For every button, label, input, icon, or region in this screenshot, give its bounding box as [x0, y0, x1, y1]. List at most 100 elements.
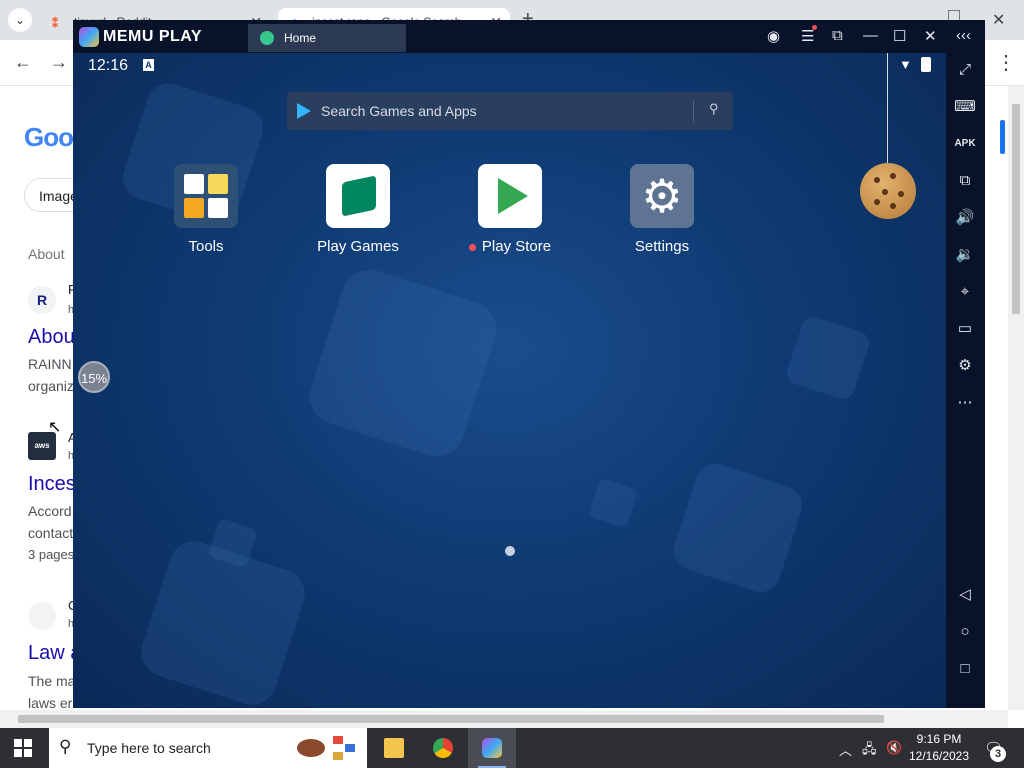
app-label: Play Store	[481, 238, 552, 255]
recents-nav-icon[interactable]: □	[954, 658, 976, 680]
collapse-sidebar-icon[interactable]: ‹‹‹	[956, 27, 971, 44]
notification-dot	[812, 25, 818, 30]
result-favicon	[28, 602, 56, 630]
background-shape	[668, 458, 808, 598]
multi-instance-icon[interactable]: ⧉	[954, 170, 976, 192]
windows-taskbar: ⚲ Type here to search ︿ 🖧 🔇 9:16 PM 12/1…	[0, 728, 1024, 768]
memu-tab-home[interactable]: Home	[248, 24, 406, 52]
result-favicon: R	[28, 286, 56, 314]
folder-icon[interactable]: ▭	[954, 318, 976, 340]
divider	[693, 100, 694, 122]
folder-icon	[384, 738, 404, 758]
logo-text: Goo	[24, 122, 74, 152]
app-label: Play Games	[317, 238, 399, 255]
result-title-link[interactable]: Inces	[28, 473, 76, 496]
app-settings[interactable]: ⚙ Settings	[612, 164, 712, 255]
search-placeholder: Search Games and Apps	[321, 103, 477, 119]
mouse-cursor-icon: ↖	[48, 419, 62, 436]
memu-taskbar-button[interactable]	[468, 728, 516, 768]
new-badge-dot	[468, 243, 476, 251]
memu-logo-icon	[79, 27, 99, 47]
background-shape	[587, 477, 639, 529]
volume-muted-icon[interactable]: 🔇	[886, 740, 902, 756]
back-button[interactable]: ←	[14, 52, 32, 73]
result-snippet: The ma laws er	[28, 670, 75, 710]
file-explorer-taskbar-button[interactable]	[370, 728, 418, 768]
maximize-button[interactable]: ☐	[893, 27, 906, 45]
account-icon[interactable]: ◉	[767, 27, 780, 45]
forward-button[interactable]: →	[50, 52, 68, 73]
page-indicator-dot	[505, 546, 515, 556]
play-store-icon	[478, 164, 542, 228]
volume-down-icon[interactable]: 🔉	[954, 244, 976, 266]
search-icon: ⚲	[59, 737, 72, 756]
settings-icon[interactable]: ⚙	[954, 355, 976, 377]
snippet-line: Accord	[28, 503, 72, 519]
menu-icon[interactable]: ☰	[801, 25, 818, 45]
snippet-line: RAINN	[28, 356, 72, 372]
location-icon[interactable]: ⌖	[954, 281, 976, 303]
scrollbar-thumb[interactable]	[18, 715, 884, 723]
more-icon[interactable]: ⋯	[954, 392, 976, 414]
tools-folder-icon	[174, 164, 238, 228]
close-window-button[interactable]: ✕	[992, 10, 1005, 30]
reddit-icon: ⁑	[52, 17, 58, 31]
chrome-taskbar-button[interactable]	[419, 728, 467, 768]
notification-a-icon: A	[143, 59, 154, 71]
memu-logo: MEMU PLAY	[79, 26, 202, 48]
keyboard-icon[interactable]: ⌨	[954, 96, 976, 118]
volume-up-icon[interactable]: 🔊	[954, 207, 976, 229]
memu-title-bar: MEMU PLAY Home ◉ ☰ ⧉ — ☐ ✕ ‹‹‹	[73, 20, 985, 53]
back-nav-icon[interactable]: ◁	[954, 584, 976, 606]
memu-emulator-window: MEMU PLAY Home ◉ ☰ ⧉ — ☐ ✕ ‹‹‹ 12:16 A ▼…	[73, 20, 985, 708]
page-horizontal-scrollbar[interactable]	[0, 710, 1008, 728]
app-tools[interactable]: Tools	[156, 164, 256, 255]
app-label: Settings	[634, 238, 690, 255]
app-play-store[interactable]: Play Store	[460, 164, 560, 255]
chrome-icon	[433, 738, 453, 758]
page-vertical-scrollbar[interactable]	[1000, 86, 1024, 710]
scrollbar-thumb[interactable]	[1012, 104, 1020, 314]
network-icon[interactable]: 🖧	[862, 740, 877, 762]
app-label-with-badge: Play Store	[460, 238, 560, 255]
status-bar-time: 12:16	[88, 57, 129, 74]
app-play-games[interactable]: Play Games	[308, 164, 408, 255]
tab-search-button[interactable]: ⌄	[8, 8, 32, 32]
close-button[interactable]: ✕	[924, 27, 937, 45]
result-snippet: Accord contact 3 pages	[28, 500, 74, 566]
play-games-icon	[326, 164, 390, 228]
clock-time: 9:16 PM	[916, 732, 962, 746]
wifi-icon: ▼	[899, 57, 912, 72]
search-icon[interactable]: ⚲	[709, 101, 719, 117]
memu-side-toolbar: ⤢ ⌨ APK ⧉ 🔊 🔉 ⌖ ▭ ⚙ ⋯ ◁ ○ □	[946, 53, 985, 708]
notification-count-badge: 3	[990, 746, 1006, 762]
home-nav-icon[interactable]: ○	[954, 621, 976, 643]
snippet-line: laws er	[28, 695, 73, 710]
fullscreen-toggle-icon[interactable]: ⧉	[832, 27, 843, 44]
browser-menu-button[interactable]: ⋮	[996, 50, 1016, 75]
clock-date: 12/16/2023	[908, 749, 970, 763]
tab-label: Home	[284, 31, 317, 45]
play-store-icon	[297, 103, 311, 119]
search-placeholder: Type here to search	[87, 740, 211, 756]
memu-brand: MEMU PLAY	[103, 28, 203, 45]
battery-icon	[921, 57, 931, 72]
cookie-hanger	[887, 53, 888, 165]
snippet-line: The ma	[28, 673, 76, 689]
results-count: About	[28, 246, 65, 262]
app-search-bar[interactable]: Search Games and Apps ⚲	[287, 92, 733, 130]
start-button[interactable]	[14, 739, 32, 757]
show-hidden-icons-chevron-icon[interactable]: ︿	[839, 740, 852, 759]
taskbar-clock[interactable]: 9:16 PM 12/16/2023	[906, 731, 972, 765]
result-snippet: RAINN organiz	[28, 353, 74, 397]
loading-progress-badge[interactable]: 15%	[78, 361, 110, 393]
apk-install-icon[interactable]: APK	[954, 133, 976, 155]
taskbar-search-box[interactable]: ⚲ Type here to search	[49, 728, 367, 768]
snippet-line: 3 pages	[28, 547, 75, 562]
expand-icon[interactable]: ⤢	[954, 59, 976, 81]
app-label: Tools	[188, 238, 224, 255]
minimize-button[interactable]: —	[863, 27, 878, 44]
cookie-widget[interactable]	[860, 163, 916, 219]
google-logo[interactable]: Goo	[24, 122, 74, 153]
memu-icon	[482, 738, 502, 758]
